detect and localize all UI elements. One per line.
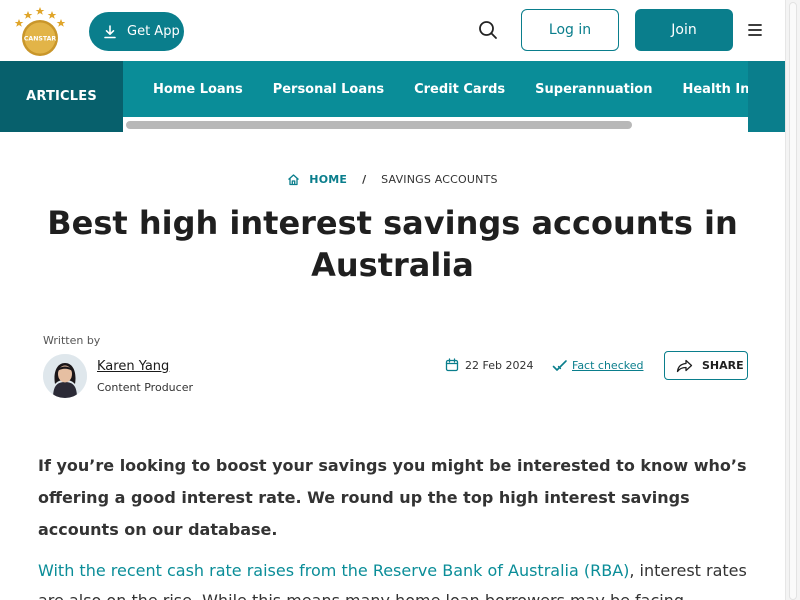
share-icon bbox=[676, 359, 693, 372]
breadcrumb: HOME / SAVINGS ACCOUNTS bbox=[0, 173, 785, 186]
nav-link-superannuation[interactable]: Superannuation bbox=[535, 82, 652, 97]
home-icon bbox=[288, 174, 300, 186]
author-role: Content Producer bbox=[97, 381, 193, 394]
publish-date: 22 Feb 2024 bbox=[465, 359, 534, 372]
breadcrumb-separator: / bbox=[362, 173, 367, 186]
breadcrumb-current: SAVINGS ACCOUNTS bbox=[381, 173, 498, 186]
rba-link[interactable]: With the recent cash rate raises from th… bbox=[38, 561, 629, 580]
share-button[interactable]: SHARE bbox=[664, 351, 748, 380]
download-icon bbox=[104, 24, 116, 38]
nav-link-credit-cards[interactable]: Credit Cards bbox=[414, 82, 505, 97]
page: CANSTAR Get App Log in Join ARTICLES Hom… bbox=[0, 0, 800, 600]
get-app-button[interactable]: Get App bbox=[89, 12, 184, 51]
calendar-icon bbox=[445, 358, 459, 372]
join-button[interactable]: Join bbox=[635, 9, 733, 51]
breadcrumb-home[interactable]: HOME bbox=[309, 173, 347, 186]
logo-text: CANSTAR bbox=[24, 36, 56, 43]
nav-link-health-insurance[interactable]: Health Insurance bbox=[682, 82, 748, 97]
join-label: Join bbox=[671, 22, 697, 38]
body-paragraph: With the recent cash rate raises from th… bbox=[38, 556, 748, 600]
login-label: Log in bbox=[548, 22, 592, 38]
nav-link-home-loans[interactable]: Home Loans bbox=[153, 82, 243, 97]
articles-tab[interactable]: ARTICLES bbox=[0, 61, 123, 132]
fact-checked-link[interactable]: Fact checked bbox=[572, 359, 643, 372]
avatar[interactable] bbox=[43, 354, 87, 398]
site-header: CANSTAR Get App Log in Join bbox=[0, 0, 800, 61]
page-scrollbar-thumb[interactable] bbox=[789, 2, 797, 600]
nav-link-personal-loans[interactable]: Personal Loans bbox=[273, 82, 384, 97]
share-label: SHARE bbox=[702, 359, 744, 372]
search-icon[interactable] bbox=[476, 18, 500, 42]
page-title: Best high interest savings accounts in A… bbox=[47, 204, 738, 284]
nav-scrollbar-thumb[interactable] bbox=[126, 121, 632, 129]
menu-icon[interactable] bbox=[745, 20, 765, 40]
author-name-link[interactable]: Karen Yang bbox=[97, 359, 169, 374]
category-nav: Home Loans Personal Loans Credit Cards S… bbox=[123, 61, 748, 117]
logo-icon[interactable]: CANSTAR bbox=[14, 5, 66, 57]
written-by-label: Written by bbox=[43, 334, 101, 347]
get-app-label: Get App bbox=[127, 24, 180, 39]
nav-scrollbar[interactable] bbox=[123, 117, 748, 132]
articles-label: ARTICLES bbox=[26, 89, 97, 104]
page-scrollbar[interactable] bbox=[785, 0, 800, 600]
login-button[interactable]: Log in bbox=[521, 9, 619, 51]
intro-paragraph: If you’re looking to boost your savings … bbox=[38, 456, 747, 539]
check-icon bbox=[552, 360, 567, 371]
